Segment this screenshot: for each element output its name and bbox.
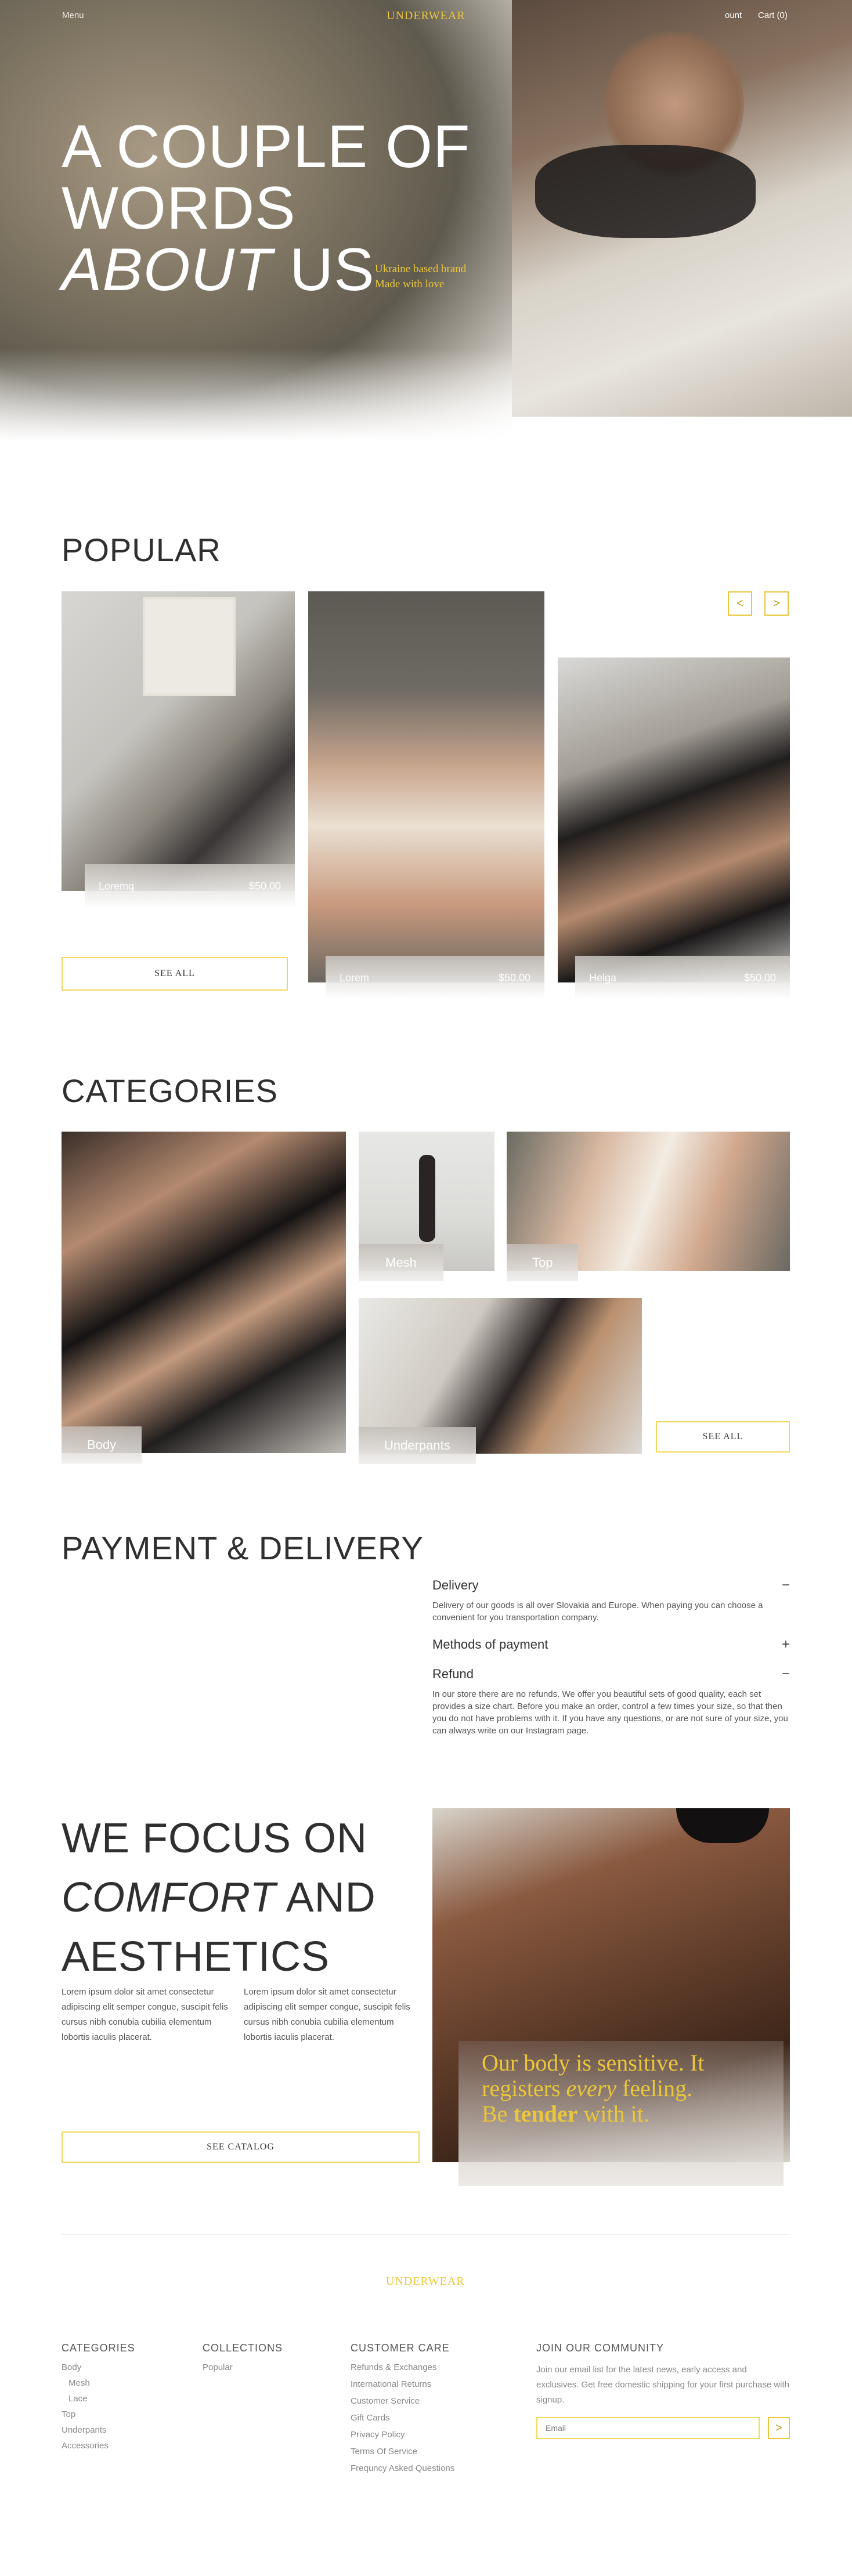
footer-link-underpants[interactable]: Underpants — [62, 2425, 135, 2435]
footer-logo[interactable]: UNDERWEAR — [386, 2275, 465, 2288]
minus-icon[interactable]: − — [782, 1666, 790, 1682]
category-label: Top — [507, 1244, 579, 1281]
product-card[interactable]: Loremq $50.00 — [62, 591, 295, 908]
footer-link-body[interactable]: Body — [62, 2362, 135, 2372]
faq-item-delivery[interactable]: Delivery − Delivery of our goods is all … — [432, 1577, 790, 1624]
focus-paragraph: Lorem ipsum dolor sit amet consectetur a… — [244, 1987, 410, 2042]
footer-link-popular[interactable]: Popular — [203, 2362, 283, 2372]
footer-community: JOIN OUR COMMUNITY Join our email list f… — [536, 2342, 790, 2439]
footer-link-mesh[interactable]: Mesh — [62, 2378, 135, 2388]
chevron-right-icon: > — [773, 597, 780, 610]
faq-title: Methods of payment — [432, 1637, 548, 1652]
footer-customer-care: CUSTOMER CARE Refunds & Exchanges Intern… — [351, 2342, 454, 2473]
faq-item-payment-methods[interactable]: Methods of payment + — [432, 1636, 790, 1653]
footer-link-top[interactable]: Top — [62, 2409, 135, 2419]
faq-text: In our store there are no refunds. We of… — [432, 1689, 788, 1736]
account-link[interactable]: ount — [725, 10, 742, 20]
see-all-products-button[interactable]: SEE ALL — [62, 957, 288, 991]
header-logo[interactable]: UNDERWEAR — [387, 9, 465, 23]
carousel-prev-button[interactable]: < — [728, 591, 752, 616]
arrow-right-icon: > — [775, 2421, 782, 2434]
product-card[interactable]: Helga $50.00 — [558, 657, 790, 1000]
product-card[interactable]: Lorem $50.00 — [308, 591, 544, 1000]
focus-quote: Our body is sensitive. It registers ever… — [459, 2041, 784, 2186]
community-text: Join our email list for the latest news,… — [536, 2365, 790, 2405]
email-submit-button[interactable]: > — [768, 2417, 790, 2439]
hero-model-image — [512, 0, 852, 417]
category-label: Mesh — [359, 1244, 443, 1281]
product-label: Lorem $50.00 — [326, 956, 544, 1000]
popular-title: POPULAR — [62, 532, 221, 568]
email-input[interactable] — [536, 2417, 760, 2439]
footer-divider — [62, 2234, 790, 2235]
faq-title: Refund — [432, 1667, 474, 1681]
footer-heading: CUSTOMER CARE — [351, 2342, 450, 2354]
see-all-categories-button[interactable]: SEE ALL — [656, 1421, 790, 1453]
faq-title: Delivery — [432, 1578, 479, 1592]
category-image — [62, 1132, 346, 1453]
hero-tagline: Ukraine based brand Made with love — [375, 263, 467, 290]
footer-link-faq[interactable]: Frequncy Asked Questions — [351, 2463, 454, 2473]
product-label: Loremq $50.00 — [85, 864, 295, 908]
minus-icon[interactable]: − — [782, 1577, 790, 1594]
footer-categories: CATEGORIES Body Mesh Lace Top Underpants… — [62, 2342, 135, 2451]
chevron-left-icon: < — [737, 597, 743, 610]
footer-link-privacy[interactable]: Privacy Policy — [351, 2430, 454, 2440]
footer-link-refunds[interactable]: Refunds & Exchanges — [351, 2362, 454, 2372]
carousel-next-button[interactable]: > — [764, 591, 789, 616]
product-image — [62, 591, 295, 891]
category-card-body[interactable]: Body — [62, 1132, 346, 1464]
footer-link-gift-cards[interactable]: Gift Cards — [351, 2413, 454, 2423]
footer-heading: CATEGORIES — [62, 2342, 135, 2354]
footer-link-service[interactable]: Customer Service — [351, 2396, 454, 2406]
footer-link-terms[interactable]: Terms Of Service — [351, 2447, 454, 2456]
footer-link-accessories[interactable]: Accessories — [62, 2441, 135, 2451]
category-card-mesh[interactable]: Mesh — [359, 1132, 494, 1281]
category-card-underpants[interactable]: Underpants — [359, 1298, 642, 1464]
footer-link-returns[interactable]: International Returns — [351, 2379, 454, 2389]
product-image — [558, 657, 790, 982]
faq-item-refund[interactable]: Refund − In our store there are no refun… — [432, 1666, 790, 1737]
category-label: Body — [62, 1426, 142, 1464]
footer-heading: COLLECTIONS — [203, 2342, 283, 2354]
category-label: Underpants — [359, 1427, 476, 1464]
plus-icon[interactable]: + — [782, 1636, 790, 1653]
menu-link[interactable]: Menu — [62, 10, 84, 20]
focus-title: WE FOCUS ON COMFORT AND AESTHETICS — [62, 1815, 376, 1980]
see-catalog-button[interactable]: SEE CATALOG — [62, 2131, 420, 2163]
categories-title: CATEGORIES — [62, 1072, 279, 1109]
product-label: Helga $50.00 — [575, 956, 790, 1000]
footer-heading: JOIN OUR COMMUNITY — [536, 2342, 664, 2354]
faq-text: Delivery of our goods is all over Slovak… — [432, 1600, 763, 1623]
category-card-top[interactable]: Top — [507, 1132, 790, 1281]
footer-collections: COLLECTIONS Popular — [203, 2342, 283, 2372]
cart-link[interactable]: Cart (0) — [758, 10, 788, 20]
product-image — [308, 591, 544, 982]
focus-paragraph: Lorem ipsum dolor sit amet consectetur a… — [62, 1987, 228, 2042]
footer-link-lace[interactable]: Lace — [62, 2394, 135, 2404]
payment-title: PAYMENT & DELIVERY — [62, 1530, 424, 1566]
